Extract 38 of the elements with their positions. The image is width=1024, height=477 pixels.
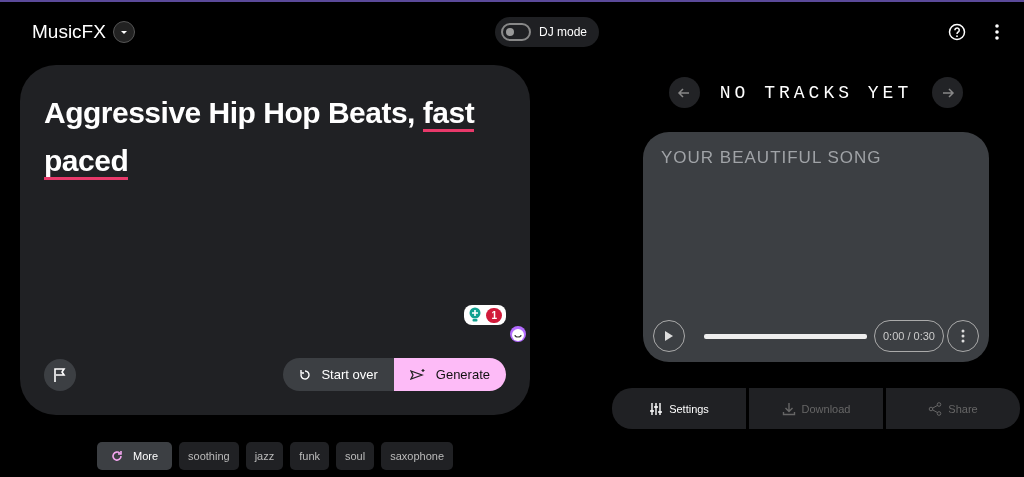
suggestion-chip[interactable]: saxophone bbox=[381, 442, 453, 470]
generate-button[interactable]: Generate bbox=[393, 358, 506, 391]
restart-icon bbox=[299, 368, 312, 381]
toggle-switch[interactable] bbox=[501, 23, 531, 41]
tracks-heading: NO TRACKS YET bbox=[719, 82, 913, 103]
send-sparkle-icon bbox=[409, 367, 426, 382]
suggestion-chip[interactable]: funk bbox=[290, 442, 329, 470]
dj-mode-toggle[interactable]: DJ mode bbox=[495, 17, 600, 47]
left-arrow-icon bbox=[677, 85, 692, 100]
lightbulb-icon bbox=[468, 307, 483, 323]
prompt-text[interactable]: Aggressive Hip Hop Beats, fast paced bbox=[44, 89, 506, 185]
song-title: YOUR BEAUTIFUL SONG bbox=[660, 148, 883, 168]
app-title: MusicFX bbox=[32, 21, 106, 43]
flag-icon bbox=[52, 366, 68, 383]
previous-button[interactable] bbox=[668, 77, 700, 108]
seek-bar[interactable] bbox=[704, 333, 867, 339]
extension-badge[interactable]: 1 bbox=[464, 305, 506, 325]
settings-button[interactable]: Settings bbox=[612, 388, 746, 429]
more-options-icon bbox=[961, 329, 965, 343]
dj-mode-label: DJ mode bbox=[539, 25, 588, 39]
more-button[interactable]: More bbox=[97, 442, 173, 470]
download-icon bbox=[781, 401, 796, 416]
help-icon[interactable] bbox=[948, 23, 966, 41]
suggestion-chip[interactable]: soothing bbox=[179, 442, 239, 470]
assistant-icon[interactable] bbox=[508, 325, 528, 343]
dropdown-button[interactable] bbox=[112, 21, 135, 43]
caret-icon bbox=[119, 29, 128, 35]
play-icon bbox=[664, 330, 674, 342]
sliders-icon bbox=[649, 401, 664, 416]
more-options-icon[interactable] bbox=[994, 24, 1000, 40]
next-button[interactable] bbox=[932, 77, 964, 108]
start-over-button[interactable]: Start over bbox=[283, 358, 394, 391]
suggestion-chip[interactable]: jazz bbox=[245, 442, 284, 470]
right-arrow-icon bbox=[940, 85, 955, 100]
share-icon bbox=[928, 401, 943, 416]
refresh-icon bbox=[111, 450, 123, 462]
report-button[interactable] bbox=[44, 358, 76, 391]
suggestion-chip[interactable]: soul bbox=[336, 442, 375, 470]
